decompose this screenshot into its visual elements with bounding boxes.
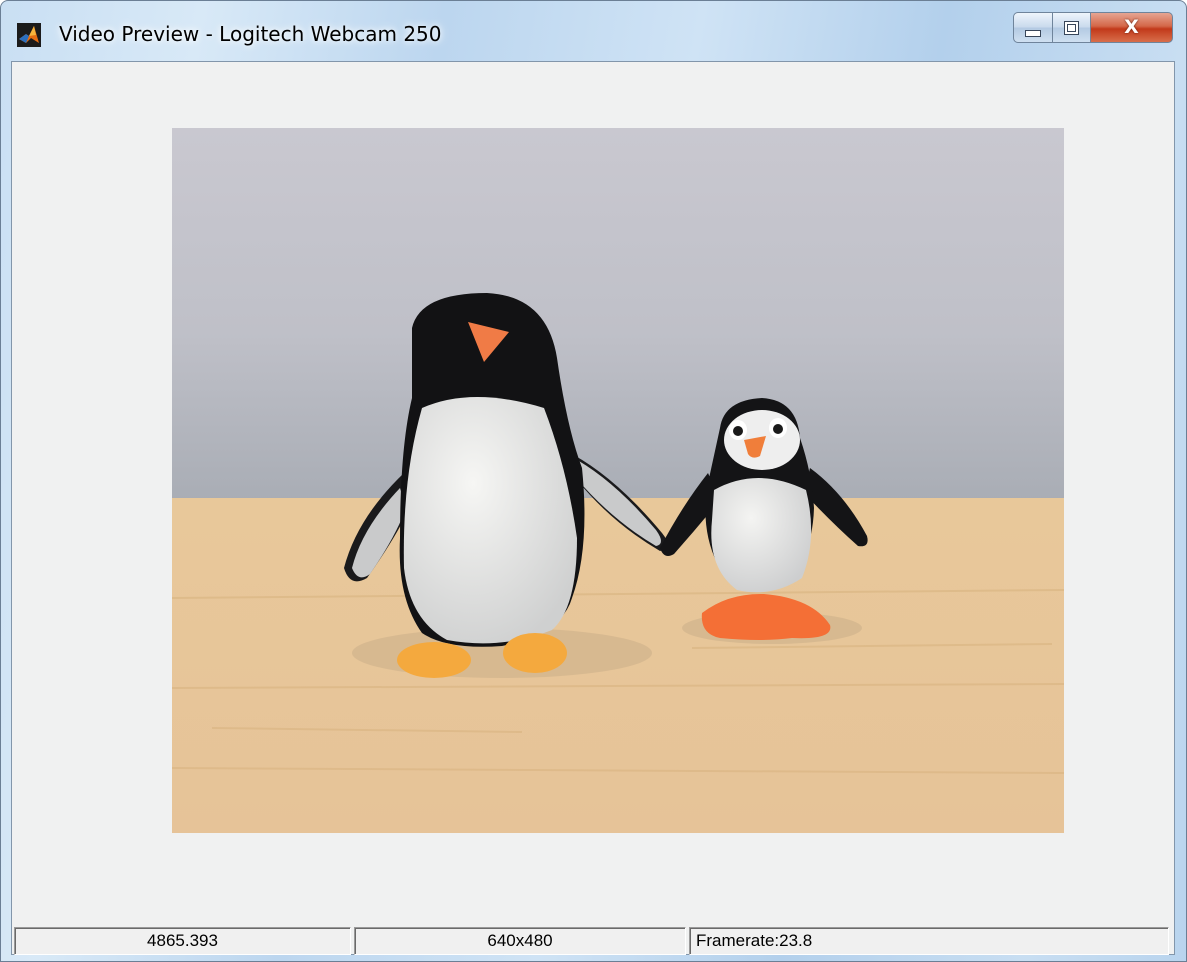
video-frame-graphic — [172, 128, 1064, 833]
minimize-icon — [1025, 30, 1041, 37]
title-bar[interactable]: Video Preview - Logitech Webcam 250 X — [1, 1, 1186, 61]
maximize-button[interactable] — [1053, 12, 1091, 43]
window-title: Video Preview - Logitech Webcam 250 — [59, 22, 442, 46]
matlab-icon — [17, 23, 41, 47]
close-icon: X — [1124, 16, 1139, 38]
video-preview-image — [172, 128, 1064, 833]
preview-area — [11, 61, 1175, 955]
status-bar: 4865.393 640x480 Framerate:23.8 — [11, 927, 1173, 955]
window-controls: X — [1013, 12, 1173, 45]
resolution-field: 640x480 — [354, 927, 686, 955]
framerate-field: Framerate:23.8 — [689, 927, 1169, 955]
maximize-icon — [1064, 20, 1079, 35]
timestamp-field: 4865.393 — [14, 927, 351, 955]
close-button[interactable]: X — [1091, 12, 1173, 43]
minimize-button[interactable] — [1013, 12, 1053, 43]
video-preview-window: Video Preview - Logitech Webcam 250 X 48… — [0, 0, 1187, 962]
